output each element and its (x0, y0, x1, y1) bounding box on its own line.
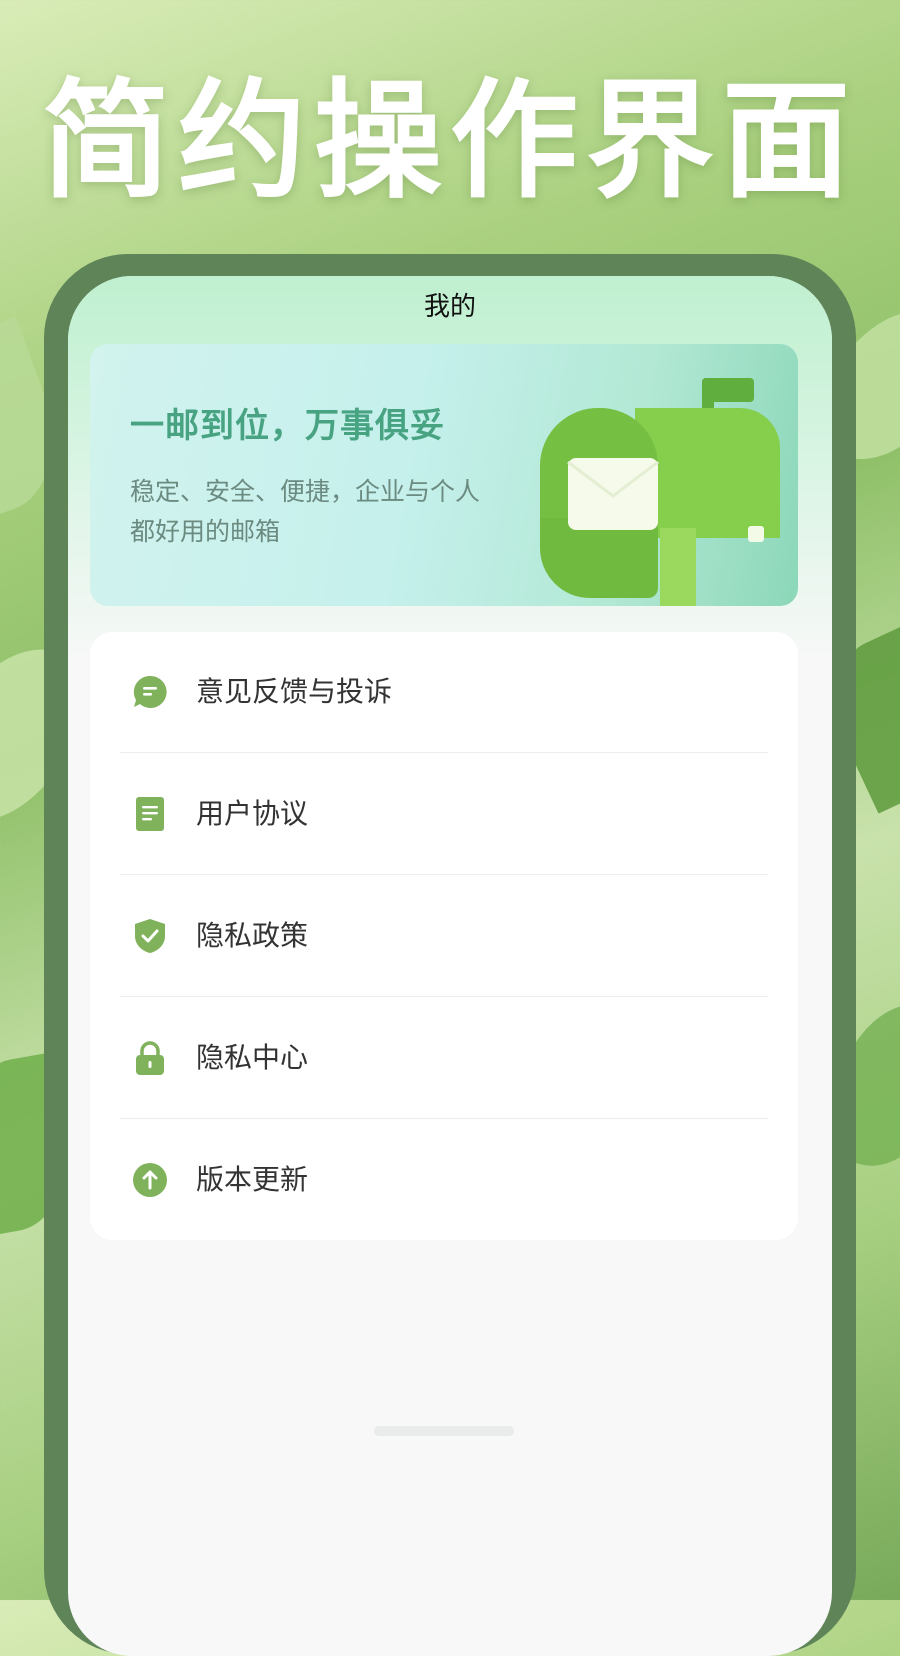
mailbox-illustration (540, 378, 780, 606)
menu-item-version-update[interactable]: 版本更新 (90, 1120, 798, 1241)
settings-menu-card: 意见反馈与投诉 用户协议 隐私政策 隐私中心 版本更新 (90, 632, 798, 1240)
banner-headline: 一邮到位，万事俱妥 (130, 406, 445, 446)
banner-subtitle: 稳定、安全、便捷，企业与个人都好用的邮箱 (130, 477, 481, 546)
menu-item-label: 隐私政策 (196, 919, 309, 952)
document-icon (136, 797, 164, 831)
home-indicator (374, 1426, 514, 1436)
divider (120, 874, 768, 875)
phone-screen: 我的 一邮到位，万事俱妥 稳定、安全、便捷，企业与个人都好用的邮箱 意见反馈与投… (68, 276, 832, 1656)
upload-arrow-icon (133, 1163, 167, 1197)
divider (120, 996, 768, 997)
menu-item-privacy-center[interactable]: 隐私中心 (90, 998, 798, 1119)
divider (120, 1118, 768, 1119)
hero-title: 简约操作界面 (41, 67, 858, 216)
menu-item-label: 版本更新 (196, 1163, 309, 1196)
chat-bubble-icon (133, 675, 167, 708)
lock-icon (136, 1041, 164, 1075)
menu-item-label: 意见反馈与投诉 (196, 675, 393, 708)
promo-banner[interactable]: 一邮到位，万事俱妥 稳定、安全、便捷，企业与个人都好用的邮箱 (90, 344, 798, 606)
phone-frame: 我的 一邮到位，万事俱妥 稳定、安全、便捷，企业与个人都好用的邮箱 意见反馈与投… (44, 254, 856, 1656)
menu-item-label: 用户协议 (196, 797, 309, 830)
page-title: 我的 (423, 292, 476, 322)
menu-item-label: 隐私中心 (196, 1041, 309, 1074)
divider (120, 752, 768, 753)
shield-check-icon (135, 919, 165, 953)
menu-item-privacy-policy[interactable]: 隐私政策 (90, 876, 798, 997)
menu-item-user-agreement[interactable]: 用户协议 (90, 754, 798, 875)
menu-item-feedback[interactable]: 意见反馈与投诉 (90, 632, 798, 753)
